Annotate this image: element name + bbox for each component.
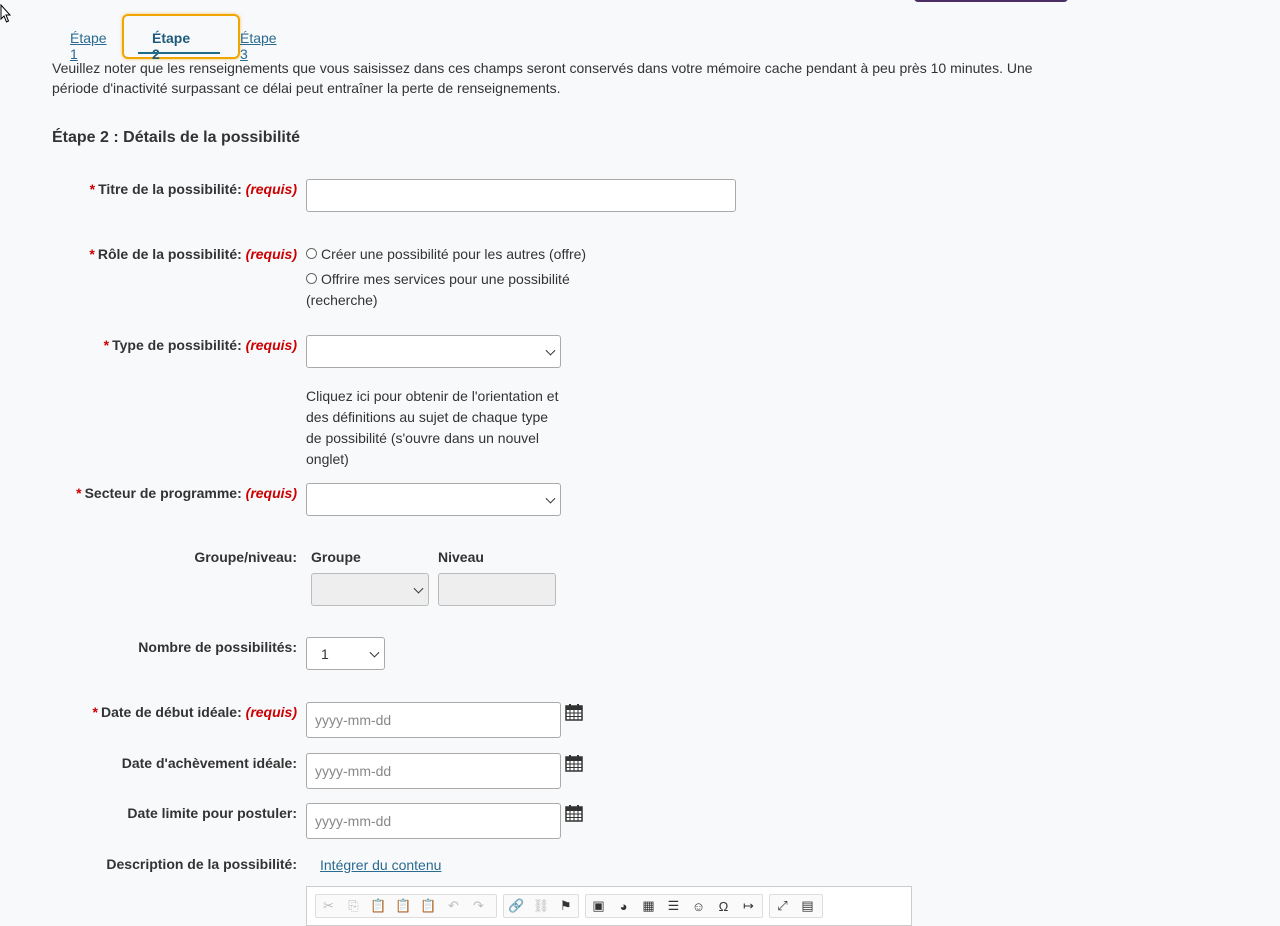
type-label-text: Type de possibilité:	[112, 337, 242, 353]
paste-text-icon[interactable]: 📋	[391, 895, 416, 917]
mouse-cursor-icon	[0, 4, 12, 23]
active-tab-indicator	[138, 52, 220, 54]
required-star: *	[76, 485, 82, 501]
required-star: *	[89, 181, 96, 197]
start-date-label: * Date de début idéale: (requis)	[93, 704, 298, 720]
image-icon[interactable]: ▣	[586, 895, 611, 917]
calendar-icon[interactable]	[565, 754, 583, 772]
radio-offer[interactable]	[306, 248, 317, 259]
title-input[interactable]	[306, 179, 736, 212]
required-text: (requis)	[245, 181, 297, 197]
cache-notice: Veuillez noter que les renseignements qu…	[52, 60, 1033, 96]
link-icon[interactable]: 🔗	[504, 895, 529, 917]
special-char-icon[interactable]: Ω	[711, 895, 736, 917]
toolbar-group-links: 🔗 ⛓ ⚑	[503, 894, 579, 918]
smiley-icon[interactable]: ☺	[686, 895, 711, 917]
required-text: (requis)	[245, 337, 297, 353]
chevron-down-icon	[369, 647, 380, 658]
sector-label: * Secteur de programme: (requis)	[76, 485, 297, 501]
count-value: 1	[321, 645, 329, 662]
description-label: Description de la possibilité:	[106, 856, 297, 872]
toolbar-group-view: ⤢ ▤	[769, 894, 823, 918]
count-select[interactable]: 1	[306, 637, 385, 670]
deadline-label: Date limite pour postuler:	[127, 805, 297, 821]
radio-search[interactable]	[306, 273, 317, 284]
horizontal-rule-icon[interactable]: ☰	[661, 895, 686, 917]
role-label-text: Rôle de la possibilité:	[97, 246, 242, 262]
required-star: *	[89, 246, 95, 262]
type-label: * Type de possibilité: (requis)	[104, 337, 297, 353]
deadline-input[interactable]: yyyy-mm-dd	[306, 803, 561, 839]
start-date-label-text: Date de début idéale:	[100, 704, 242, 720]
anchor-icon[interactable]: ⚑	[553, 895, 578, 917]
group-header: Groupe	[311, 549, 361, 565]
calendar-icon[interactable]	[565, 703, 583, 721]
required-star: *	[103, 337, 110, 353]
required-text: (requis)	[245, 246, 297, 262]
required-star: *	[92, 704, 98, 720]
title-label: * Titre de la possibilité: (requis)	[90, 181, 297, 197]
unlink-icon[interactable]: ⛓	[529, 895, 554, 917]
role-option-search[interactable]: Offrire mes services pour une possibilit…	[306, 269, 596, 311]
required-text: (requis)	[245, 704, 297, 720]
end-date-label: Date d'achèvement idéale:	[121, 755, 297, 771]
type-select[interactable]	[306, 335, 561, 368]
chevron-down-icon	[545, 345, 556, 356]
required-text: (requis)	[245, 485, 297, 501]
end-date-placeholder: yyyy-mm-dd	[315, 763, 392, 779]
chevron-down-icon	[545, 493, 556, 504]
calendar-icon[interactable]	[565, 804, 583, 822]
sector-label-text: Secteur de programme:	[84, 485, 242, 501]
count-label: Nombre de possibilités:	[138, 639, 297, 655]
level-header: Niveau	[438, 549, 484, 565]
redo-icon[interactable]: ↷	[466, 895, 491, 917]
flash-icon[interactable]: ◕	[611, 895, 636, 917]
toolbar-group-insert: ▣ ◕ ▦ ☰ ☺ Ω ↦	[585, 894, 763, 918]
cut-icon[interactable]: ✂	[316, 895, 341, 917]
editor-toolbar: ✂ ⎘ 📋 📋 📋 ↶ ↷ 🔗 ⛓ ⚑ ▣ ◕ ▦ ☰ ☺ Ω ↦ ⤢ ▤	[306, 886, 912, 926]
start-date-input[interactable]: yyyy-mm-dd	[306, 702, 561, 738]
show-blocks-icon[interactable]: ▤	[795, 895, 820, 917]
role-label: * Rôle de la possibilité: (requis)	[89, 246, 297, 262]
title-label-text: Titre de la possibilité:	[98, 181, 242, 197]
group-level-label: Groupe/niveau:	[194, 549, 297, 565]
end-date-input[interactable]: yyyy-mm-dd	[306, 753, 561, 789]
level-input[interactable]	[438, 573, 556, 606]
role-option-offer-label: Créer une possibilité pour les autres (o…	[321, 246, 587, 262]
deadline-placeholder: yyyy-mm-dd	[315, 813, 392, 829]
chevron-down-icon	[413, 583, 424, 594]
sector-select[interactable]	[306, 483, 561, 516]
type-help-link[interactable]: Cliquez ici pour obtenir de l'orientatio…	[306, 386, 566, 470]
section-title: Étape 2 : Détails de la possibilité	[52, 129, 301, 146]
copy-icon[interactable]: ⎘	[341, 895, 366, 917]
role-option-search-label: Offrire mes services pour une possibilit…	[306, 271, 570, 308]
undo-icon[interactable]: ↶	[441, 895, 466, 917]
paste-icon[interactable]: 📋	[366, 895, 391, 917]
embed-content-link[interactable]: Intégrer du contenu	[320, 857, 441, 873]
table-icon[interactable]: ▦	[636, 895, 661, 917]
start-date-placeholder: yyyy-mm-dd	[315, 712, 392, 728]
role-option-offer[interactable]: Créer une possibilité pour les autres (o…	[306, 244, 586, 265]
paste-word-icon[interactable]: 📋	[416, 895, 441, 917]
group-select[interactable]	[311, 573, 429, 606]
page-break-icon[interactable]: ↦	[736, 895, 761, 917]
toolbar-group-clipboard: ✂ ⎘ 📋 📋 📋 ↶ ↷	[315, 894, 497, 918]
maximize-icon[interactable]: ⤢	[770, 895, 795, 917]
header-button-edge[interactable]	[914, 0, 1068, 2]
